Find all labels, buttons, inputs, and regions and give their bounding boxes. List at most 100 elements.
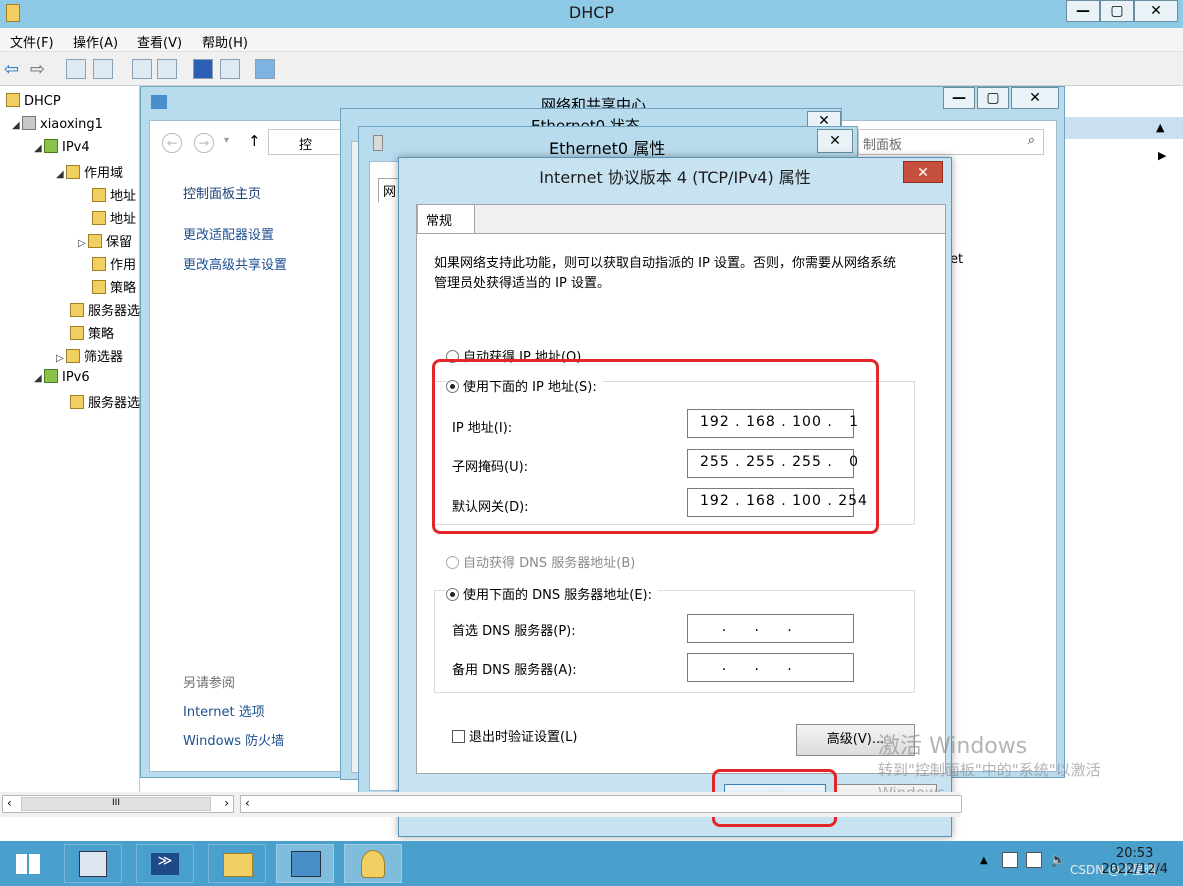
properties-icon[interactable] [220,59,240,79]
auto-dns-radio[interactable]: 自动获得 DNS 服务器地址(B) [446,552,635,571]
tree-root[interactable]: DHCP [6,93,61,109]
dialog-close-button[interactable]: ✕ [903,161,943,183]
refresh-icon[interactable] [132,59,152,79]
tree-policies[interactable]: 策略 [70,323,114,342]
content-horizontal-scrollbar[interactable]: ‹ [240,795,962,813]
search-box[interactable]: 制面板 ⌕ [858,129,1044,155]
clock-date: 2022/12/4 [1101,862,1168,877]
nav-up-icon[interactable]: ↑ [248,132,261,150]
server-options-icon [70,303,84,317]
preferred-dns-input[interactable]: . . . [687,614,854,643]
menu-action[interactable]: 操作(A) [73,32,118,51]
menu-file[interactable]: 文件(F) [10,32,54,51]
tree-horizontal-scrollbar[interactable]: ‹ III › [2,795,234,813]
clock-time: 20:53 [1115,846,1154,861]
dialog-title: Internet 协议版本 4 (TCP/IPv4) 属性 [539,168,811,187]
tree-server[interactable]: ◢ xiaoxing1 [12,116,103,132]
radio-on [446,588,459,601]
change-adapter-link[interactable]: 更改适配器设置 [183,224,274,243]
powershell-task[interactable]: ≫ [136,844,194,883]
tray-expand-icon[interactable]: ▲ [980,855,988,866]
nav-forward-icon[interactable]: → [194,133,214,153]
tree-scope-item[interactable]: 地址 [92,208,136,227]
nav-back-icon[interactable]: ← [162,133,182,153]
ethernet-properties-close-button[interactable]: ✕ [817,129,853,153]
collapse-actions-icon[interactable]: ▲ [1156,121,1164,134]
close-button[interactable]: ✕ [1134,0,1178,22]
tree-ipv6-options[interactable]: 服务器选 [70,392,140,411]
scroll-right-icon[interactable]: › [224,796,229,810]
tree-server-options[interactable]: 服务器选 [70,300,140,319]
network-tray-icon[interactable] [1026,852,1042,868]
expand-icon[interactable]: ▷ [78,238,88,249]
powershell-icon: ≫ [151,853,179,875]
minimize-button[interactable]: — [1066,0,1100,22]
tree-ipv4[interactable]: ◢ IPv4 [34,139,90,155]
console-tree: DHCP ◢ xiaoxing1 ◢ IPv4 ◢ 作用域 地址 地址 ▷ 保留 作用 … [0,87,140,792]
taskbar: ≫ ▲ 🔈 CSDN @小星晴 20:53 2022/12/4 [0,841,1183,886]
nsc-minimize-button[interactable]: — [943,87,975,109]
search-icon[interactable]: ⌕ [1028,133,1035,148]
action-center-icon[interactable] [1002,852,1018,868]
more-actions-icon[interactable]: ▶ [1158,149,1166,162]
nav-dropdown-icon[interactable]: ▾ [224,135,229,146]
action-icon[interactable] [255,59,275,79]
windows-firewall-link[interactable]: Windows 防火墙 [183,730,284,749]
address-lease-icon [92,211,106,225]
validate-checkbox[interactable]: 退出时验证设置(L) [452,726,577,745]
window-title-bar: DHCP — ▢ ✕ [0,0,1183,28]
network-icon [151,95,167,109]
collapse-icon[interactable]: ◢ [12,120,22,131]
tree-ipv6[interactable]: ◢ IPv6 [34,369,90,385]
use-dns-radio[interactable]: 使用下面的 DNS 服务器地址(E): [446,584,658,603]
expand-icon[interactable]: ▷ [56,353,66,364]
windows-logo-icon [16,854,40,874]
up-folder-icon[interactable] [66,59,86,79]
nsc-maximize-button[interactable]: ▢ [977,87,1009,109]
system-clock[interactable]: 20:53 2022/12/4 [1101,846,1168,878]
policy-icon [92,280,106,294]
start-button[interactable] [0,844,58,883]
menu-view[interactable]: 查看(V) [137,32,182,51]
collapse-icon[interactable]: ◢ [56,169,66,180]
export-icon[interactable] [157,59,177,79]
menu-bar: 文件(F) 操作(A) 查看(V) 帮助(H) [0,28,1183,52]
address-pool-icon [92,188,106,202]
ipv6-icon [44,369,58,383]
maximize-button[interactable]: ▢ [1100,0,1134,22]
scroll-thumb-icon[interactable]: III [21,797,211,811]
back-arrow-icon[interactable]: ⇦ [4,59,19,80]
show-tree-icon[interactable] [93,59,113,79]
ethernet-adapter-icon [373,135,383,151]
collapse-icon[interactable]: ◢ [34,143,44,154]
menu-help[interactable]: 帮助(H) [202,32,248,51]
dhcp-task[interactable] [344,844,402,883]
address-bar[interactable]: 控 [268,129,348,155]
alternate-dns-label: 备用 DNS 服务器(A): [452,663,577,678]
tree-scope-item[interactable]: 作用 [92,254,136,273]
collapse-icon[interactable]: ◢ [34,373,44,384]
tree-scope[interactable]: ◢ 作用域 [56,162,123,181]
toolbar: ⇦ ⇨ [0,52,1183,86]
internet-options-link[interactable]: Internet 选项 [183,701,265,720]
address-text: 控 [299,138,313,153]
change-advanced-sharing-link[interactable]: 更改高级共享设置 [183,254,287,273]
nsc-close-button[interactable]: ✕ [1011,87,1059,109]
network-center-task[interactable] [276,844,334,883]
server-manager-task[interactable] [64,844,122,883]
ipv4-icon [44,139,58,153]
scroll-left-icon[interactable]: ‹ [245,796,250,810]
file-explorer-task[interactable] [208,844,266,883]
tree-scope-item[interactable]: 策略 [92,277,136,296]
search-placeholder: 制面板 [863,138,903,153]
tree-scope-item[interactable]: 地址 [92,185,136,204]
scroll-left-icon[interactable]: ‹ [7,796,12,810]
tree-filters[interactable]: ▷ 筛选器 [56,346,123,365]
volume-icon[interactable]: 🔈 [1050,853,1066,868]
forward-arrow-icon[interactable]: ⇨ [30,59,45,80]
control-panel-home-link[interactable]: 控制面板主页 [183,183,261,202]
help-icon[interactable] [193,59,213,79]
tree-scope-item[interactable]: ▷ 保留 [78,231,132,250]
tab-general[interactable]: 常规 [417,204,475,234]
alternate-dns-input[interactable]: . . . [687,653,854,682]
